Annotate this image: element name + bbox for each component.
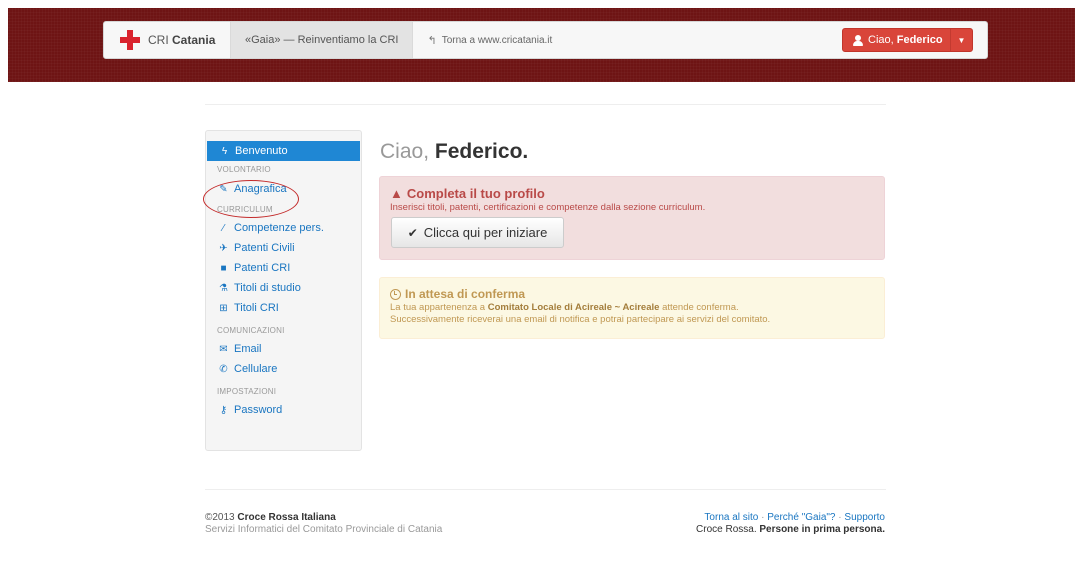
- sidebar-item-password[interactable]: ⚷ Password: [206, 400, 361, 420]
- pending-alert-heading: In attesa di conferma: [390, 287, 874, 301]
- sidebar-item-label: Patenti Civili: [234, 242, 295, 254]
- pending-alert-line1: La tua appartenenza a Comitato Locale di…: [390, 302, 874, 313]
- user-menu-main[interactable]: Ciao, Federico: [843, 29, 950, 51]
- sidebar-item-label: Titoli di studio: [234, 282, 301, 294]
- pending-alert: In attesa di conferma La tua appartenenz…: [379, 277, 885, 339]
- page-title-greeting: Ciao,: [380, 140, 430, 163]
- envelope-icon: ✉: [219, 343, 228, 355]
- pending-alert-line2: Successivamente riceverai una email di n…: [390, 314, 771, 325]
- user-greeting: Ciao,: [868, 34, 894, 46]
- nav-link-back-label: Torna a www.cricatania.it: [441, 34, 553, 46]
- page-title-name: Federico.: [434, 140, 529, 163]
- user-menu-button[interactable]: Ciao, Federico ▼: [842, 28, 973, 52]
- red-cross-logo-icon: [120, 30, 140, 50]
- sidebar-item-label: Cellulare: [234, 363, 278, 375]
- footer-copyright: ©2013 Croce Rossa Italiana: [205, 512, 442, 524]
- sidebar-item-patenti-cri[interactable]: ■ Patenti CRI: [206, 258, 361, 278]
- sidebar-item-titoli-cri[interactable]: ⊞ Titoli CRI: [206, 298, 361, 318]
- page-title: Ciao, Federico.: [380, 140, 528, 164]
- pending-alert-heading-text: In attesa di conferma: [405, 287, 526, 301]
- footer-links: Torna al sito · Perché "Gaia"? · Support…: [696, 512, 885, 524]
- clock-icon: [390, 288, 401, 300]
- profile-alert-heading: ▲ Completa il tuo profilo: [390, 186, 874, 201]
- sidebar-section-impostazioni: IMPOSTAZIONI: [217, 387, 277, 396]
- user-icon: [853, 34, 863, 46]
- sidebar-item-competenze[interactable]: ⁄ Competenze pers.: [206, 218, 361, 238]
- sidebar-item-label: Password: [234, 404, 283, 416]
- profile-alert: ▲ Completa il tuo profilo Inserisci tito…: [379, 176, 885, 260]
- footer-link-support[interactable]: Supporto: [844, 512, 885, 523]
- pending-alert-line1-prefix: La tua appartenenza a: [390, 302, 486, 313]
- pending-alert-line1-suffix: attende conferma.: [662, 302, 739, 313]
- sidebar-item-cellulare[interactable]: ✆ Cellulare: [206, 359, 361, 379]
- warning-icon: ▲: [390, 186, 403, 201]
- sidebar: ϟ Benvenuto VOLONTARIO ✎ Anagrafica CURR…: [205, 130, 362, 451]
- sidebar-item-patenti-civili[interactable]: ✈ Patenti Civili: [206, 238, 361, 258]
- footer-org: Croce Rossa Italiana: [237, 512, 336, 523]
- top-navbar: CRI Catania «Gaia» — Reinventiamo la CRI…: [103, 21, 988, 59]
- sidebar-item-label: Patenti CRI: [234, 262, 291, 274]
- bolt-icon: ϟ: [221, 145, 228, 157]
- brand-text: CRI Catania: [148, 33, 216, 47]
- divider-bottom: [205, 489, 886, 490]
- key-icon: ⚷: [219, 404, 228, 416]
- flask-icon: ⚗: [219, 282, 228, 294]
- highlight-ellipse: [203, 180, 299, 218]
- footer-subtitle: Servizi Informatici del Comitato Provinc…: [205, 524, 443, 535]
- sidebar-item-titoli-studio[interactable]: ⚗ Titoli di studio: [206, 278, 361, 298]
- sidebar-section-comunicazioni: COMUNICAZIONI: [217, 326, 285, 335]
- airplane-icon: ✈: [219, 242, 228, 254]
- user-name: Federico: [896, 34, 943, 46]
- profile-alert-heading-text: Completa il tuo profilo: [406, 186, 545, 201]
- footer-separator: ·: [838, 512, 842, 523]
- footer-link-site[interactable]: Torna al sito: [704, 512, 758, 523]
- sidebar-item-benvenuto[interactable]: ϟ Benvenuto: [207, 141, 360, 161]
- sidebar-item-label: Email: [234, 343, 262, 355]
- reply-arrow-icon: ↰: [427, 34, 437, 47]
- footer-copyright-year: ©2013: [205, 512, 235, 523]
- sidebar-item-label: Titoli CRI: [234, 302, 279, 314]
- divider-top: [205, 104, 886, 105]
- sidebar-item-label: Competenze pers.: [234, 222, 324, 234]
- footer-left: ©2013 Croce Rossa Italiana Servizi Infor…: [205, 512, 442, 536]
- footer-motto: Croce Rossa. Persone in prima persona.: [696, 524, 885, 536]
- footer-right: Torna al sito · Perché "Gaia"? · Support…: [696, 512, 885, 536]
- sidebar-item-label: Benvenuto: [235, 145, 288, 157]
- nav-link-back[interactable]: ↰ Torna a www.cricatania.it: [413, 34, 566, 47]
- sidebar-item-email[interactable]: ✉ Email: [206, 339, 361, 359]
- start-profile-button-label: Clicca qui per iniziare: [423, 225, 548, 240]
- caret-down-icon[interactable]: ▼: [950, 29, 972, 51]
- magic-wand-icon: ⁄: [222, 222, 225, 234]
- checkmark-icon: ✔: [407, 225, 418, 240]
- footer-motto-bold: Persone in prima persona.: [759, 524, 885, 535]
- nav-tab-gaia-label: «Gaia» — Reinventiamo la CRI: [245, 34, 399, 46]
- nav-tab-gaia[interactable]: «Gaia» — Reinventiamo la CRI: [230, 22, 414, 58]
- start-profile-button[interactable]: ✔ Clicca qui per iniziare: [391, 217, 564, 248]
- footer-link-gaia[interactable]: Perché "Gaia"?: [767, 512, 835, 523]
- brand-link[interactable]: CRI Catania: [104, 22, 230, 58]
- footer-separator: ·: [761, 512, 765, 523]
- pending-alert-committee: Comitato Locale di Acireale ~ Acireale: [487, 302, 660, 313]
- footer-motto-prefix: Croce Rossa.: [696, 524, 757, 535]
- plus-square-icon: ⊞: [219, 302, 228, 314]
- profile-alert-text: Inserisci titoli, patenti, certificazion…: [390, 202, 706, 213]
- ambulance-icon: ■: [220, 262, 227, 274]
- phone-icon: ✆: [219, 363, 228, 375]
- sidebar-section-volontario: VOLONTARIO: [217, 165, 271, 174]
